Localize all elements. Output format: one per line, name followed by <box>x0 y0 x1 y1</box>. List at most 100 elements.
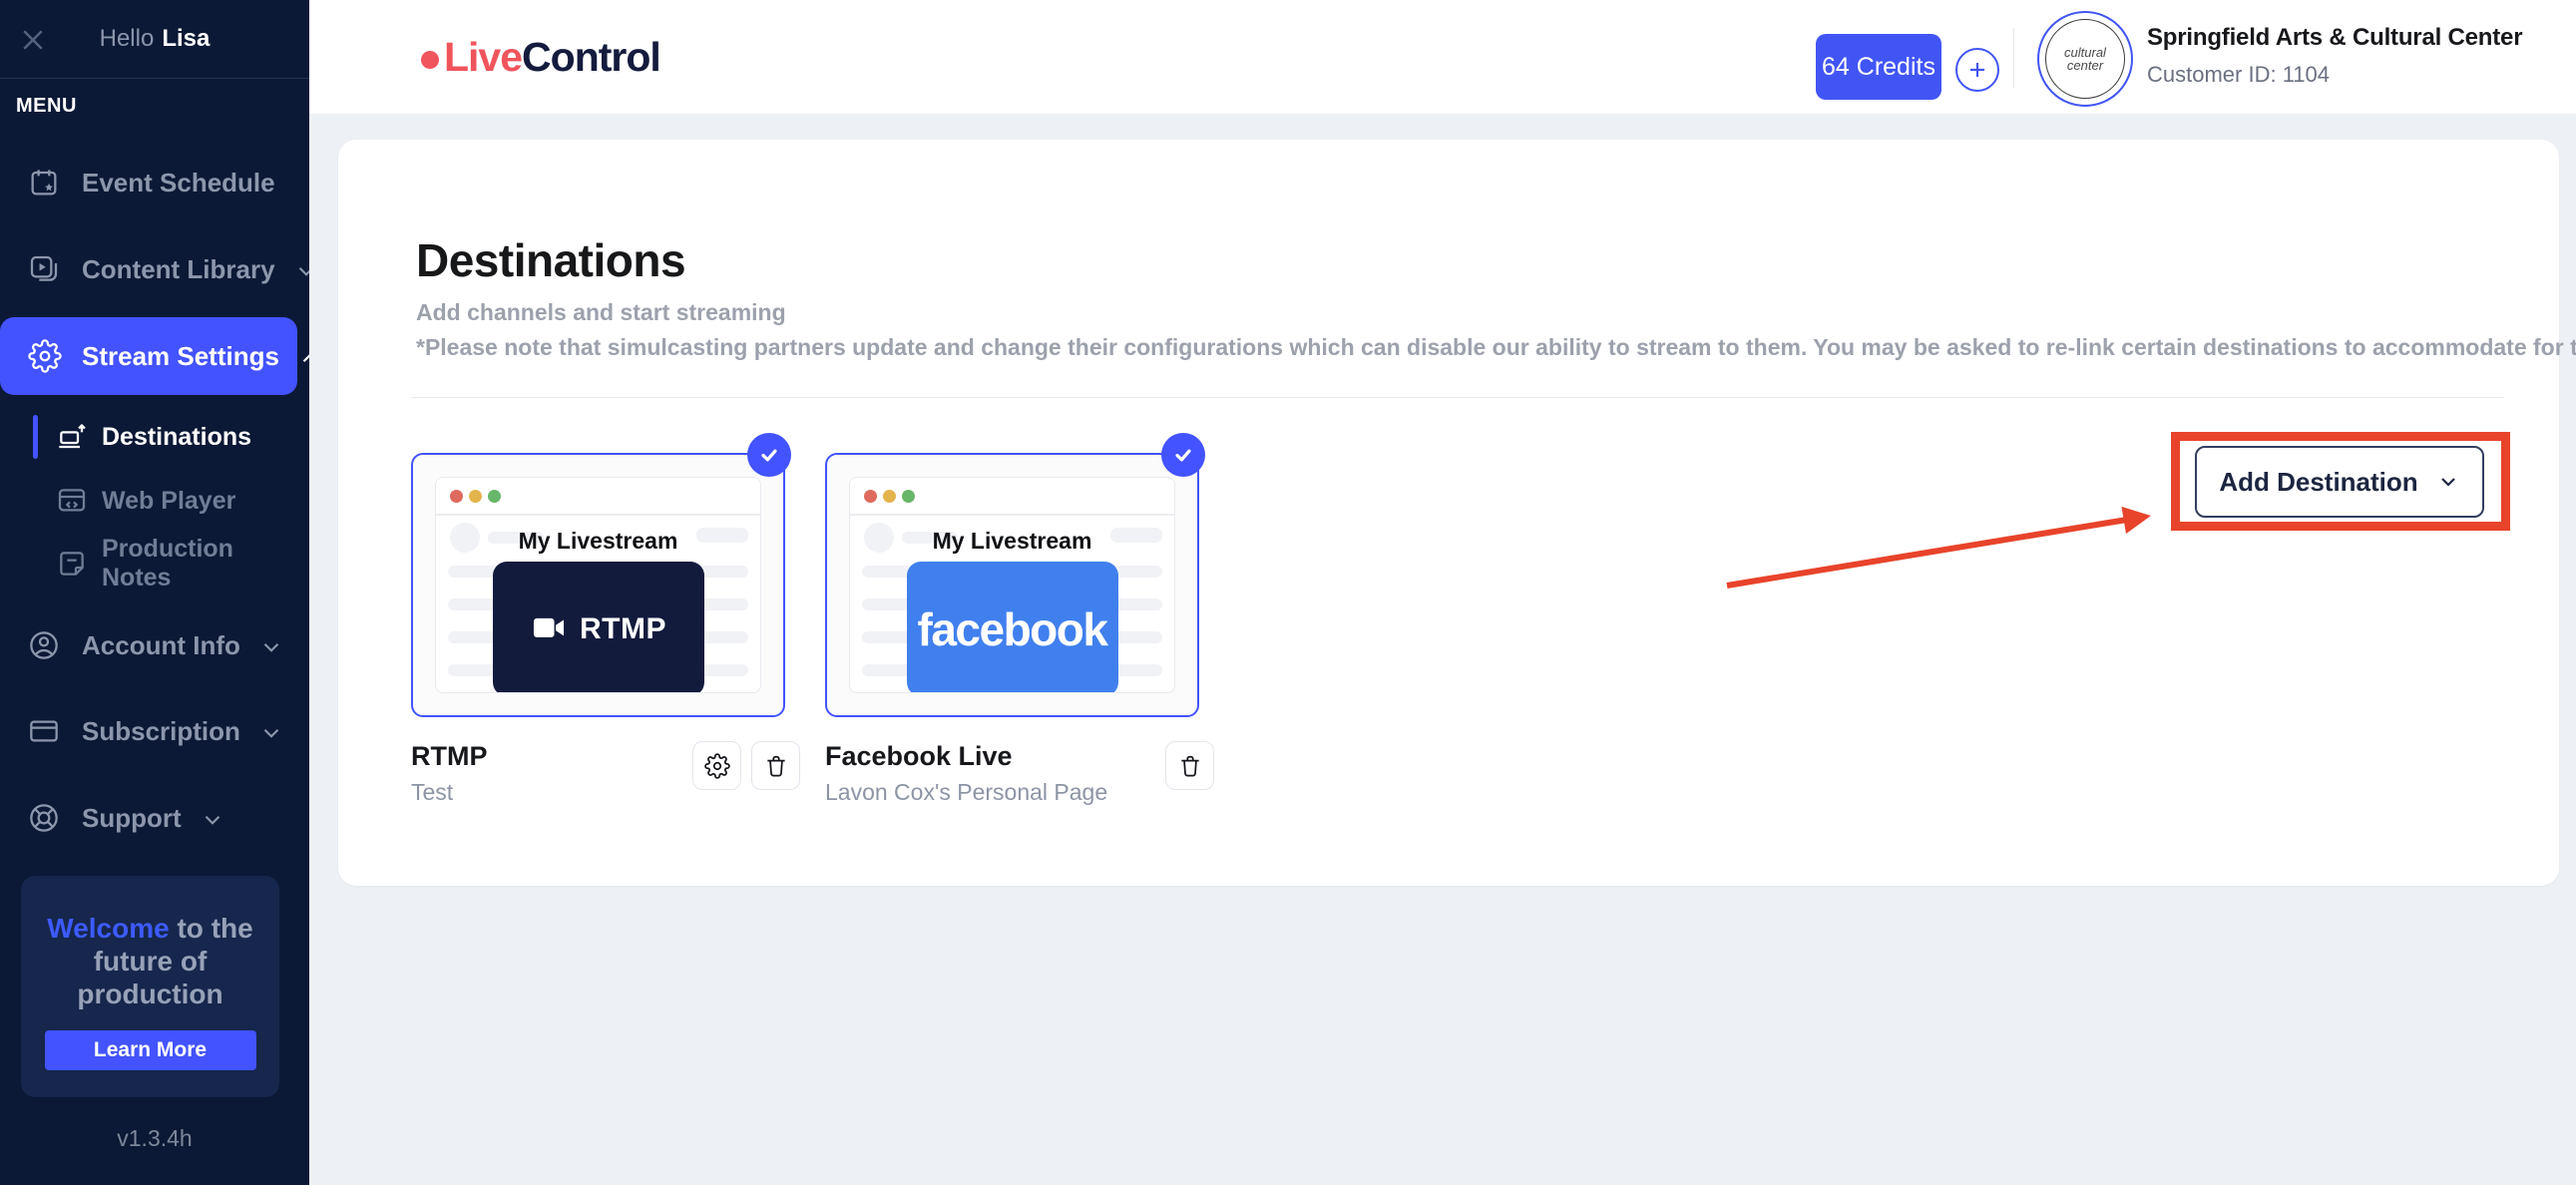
sidebar-item-support[interactable]: Support <box>0 788 309 848</box>
sidebar-item-web-player[interactable]: Web Player <box>0 471 309 531</box>
gear-icon <box>28 339 62 373</box>
sidebar-item-label: Support <box>82 803 182 834</box>
destination-name: RTMP <box>411 741 488 772</box>
destination-text: RTMP Test <box>411 741 488 806</box>
placeholder-bar <box>1110 631 1162 643</box>
placeholder-column <box>696 566 748 693</box>
browser-code-icon <box>56 485 88 517</box>
sidebar-item-account-info[interactable]: Account Info <box>0 615 309 675</box>
chevron-down-icon <box>258 720 284 746</box>
credits-button[interactable]: 64 Credits <box>1816 34 1941 100</box>
greeting-name: Lisa <box>162 25 210 53</box>
livecontrol-logo: Live Control <box>421 0 660 114</box>
main-area: Destinations Add channels and start stre… <box>309 114 2576 1185</box>
section-divider <box>411 397 2504 398</box>
sidebar-item-destinations[interactable]: Destinations <box>0 407 309 467</box>
topbar: Live Control 64 Credits cultural center … <box>309 0 2576 114</box>
sidebar-item-label: Subscription <box>82 716 240 747</box>
videocam-icon <box>530 610 568 648</box>
delete-button[interactable] <box>751 741 800 790</box>
sidebar-item-label: Web Player <box>102 487 235 516</box>
page-subtitle: Add channels and start streaming <box>416 299 786 326</box>
active-indicator-bar <box>33 415 38 459</box>
browser-chrome <box>850 478 1174 516</box>
sidebar-item-content-library[interactable]: Content Library <box>0 239 309 299</box>
placeholder-bar <box>696 566 748 578</box>
logo-dot-icon <box>421 51 439 69</box>
placeholder-bar <box>1110 598 1162 610</box>
destination-facebook: My Livestream facebook <box>825 453 1214 806</box>
sidebar-item-event-schedule[interactable]: Event Schedule <box>0 153 309 212</box>
lifebuoy-icon <box>28 801 62 835</box>
browser-preview: My Livestream facebook <box>849 477 1175 693</box>
org-avatar-logo: cultural center <box>2045 19 2125 99</box>
window-dot-yellow-icon <box>469 490 482 503</box>
window-dot-green-icon <box>902 490 915 503</box>
chevron-down-icon <box>258 634 284 660</box>
window-dot-red-icon <box>864 490 877 503</box>
sidebar-item-label: Production Notes <box>102 535 309 592</box>
sidebar-item-subscription[interactable]: Subscription <box>0 701 309 761</box>
browser-chrome <box>436 478 760 516</box>
trash-icon <box>1177 753 1203 779</box>
destination-meta: RTMP Test <box>411 741 800 806</box>
add-destination-button[interactable]: Add Destination <box>2195 446 2484 518</box>
rtmp-tile: RTMP <box>493 562 704 693</box>
sidebar-item-label: Event Schedule <box>82 168 275 198</box>
app-root: Hello Lisa MENU Event Schedule Content L… <box>0 0 2576 1185</box>
destinations-panel: Destinations Add channels and start stre… <box>338 140 2559 886</box>
browser-preview: My Livestream RTMP <box>435 477 761 693</box>
calendar-star-icon <box>28 166 62 199</box>
tile-label: RTMP <box>580 612 666 646</box>
customer-id: Customer ID: 1104 <box>2147 62 2522 88</box>
active-indicator-bar <box>33 542 38 586</box>
destination-name: Facebook Live <box>825 741 1107 772</box>
destination-card-rtmp[interactable]: My Livestream RTMP <box>411 453 785 717</box>
org-info: Springfield Arts & Cultural Center Custo… <box>2147 24 2522 88</box>
destination-text: Facebook Live Lavon Cox's Personal Page <box>825 741 1107 806</box>
header-divider <box>2013 28 2014 88</box>
org-name: Springfield Arts & Cultural Center <box>2147 24 2522 52</box>
page-title: Destinations <box>416 233 685 287</box>
destination-actions <box>692 741 800 806</box>
settings-button[interactable] <box>692 741 741 790</box>
org-avatar[interactable]: cultural center <box>2037 11 2133 107</box>
logo-live-text: Live <box>444 34 522 81</box>
laptop-upload-icon <box>56 421 88 453</box>
promo-highlight: Welcome <box>47 913 169 944</box>
greeting-prefix: Hello <box>100 25 155 53</box>
browser-body: My Livestream facebook <box>850 516 1174 692</box>
credit-card-icon <box>28 714 62 748</box>
active-indicator-bar <box>33 479 38 523</box>
destination-card-facebook[interactable]: My Livestream facebook <box>825 453 1199 717</box>
sidebar: Hello Lisa MENU Event Schedule Content L… <box>0 0 309 1185</box>
facebook-tile: facebook <box>907 562 1118 693</box>
add-credits-button[interactable] <box>1955 48 1999 92</box>
placeholder-bar <box>696 528 748 543</box>
app-version: v1.3.4h <box>0 1125 309 1152</box>
tile-label: facebook <box>918 602 1107 656</box>
placeholder-column <box>1110 566 1162 693</box>
promo-card: Welcome to the future of production Lear… <box>21 876 279 1097</box>
window-dot-yellow-icon <box>883 490 896 503</box>
menu-section-label: MENU <box>16 95 77 118</box>
sidebar-item-label: Stream Settings <box>82 341 279 372</box>
sidebar-item-stream-settings[interactable]: Stream Settings <box>0 317 297 395</box>
learn-more-button[interactable]: Learn More <box>45 1030 256 1070</box>
destination-rtmp: My Livestream RTMP <box>411 453 800 806</box>
placeholder-bar <box>1110 528 1162 543</box>
window-dot-red-icon <box>450 490 463 503</box>
sidebar-item-production-notes[interactable]: Production Notes <box>0 534 309 593</box>
window-dot-green-icon <box>488 490 501 503</box>
placeholder-bar <box>696 664 748 676</box>
greeting: Hello Lisa <box>0 0 309 78</box>
destination-subtitle: Lavon Cox's Personal Page <box>825 779 1107 806</box>
selected-check-badge <box>747 433 791 477</box>
selected-check-badge <box>1161 433 1205 477</box>
plus-icon <box>1964 57 1990 83</box>
sidebar-item-label: Account Info <box>82 630 240 661</box>
destination-actions <box>1165 741 1214 806</box>
placeholder-bar <box>696 598 748 610</box>
delete-button[interactable] <box>1165 741 1214 790</box>
sidebar-item-label: Destinations <box>102 423 251 452</box>
